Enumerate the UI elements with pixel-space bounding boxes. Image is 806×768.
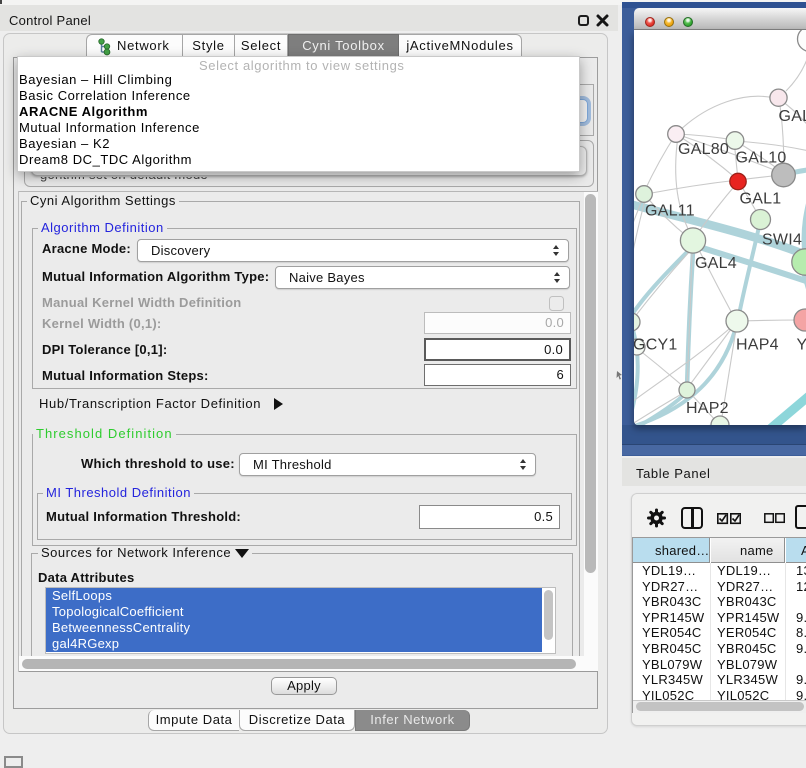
svg-text:Y: Y xyxy=(797,337,806,354)
svg-text:GAL11: GAL11 xyxy=(645,203,695,220)
svg-text:HAP4: HAP4 xyxy=(736,337,779,354)
svg-text:SWI4: SWI4 xyxy=(762,232,802,249)
svg-text:GCY1: GCY1 xyxy=(634,337,678,354)
svg-text:GALS: GALS xyxy=(779,108,806,125)
svg-text:GAL10: GAL10 xyxy=(736,150,787,167)
svg-text:GAL1: GAL1 xyxy=(740,191,782,208)
svg-text:GAL80: GAL80 xyxy=(678,141,729,158)
svg-text:HAP2: HAP2 xyxy=(686,400,729,417)
svg-text:GAL4: GAL4 xyxy=(695,255,737,272)
